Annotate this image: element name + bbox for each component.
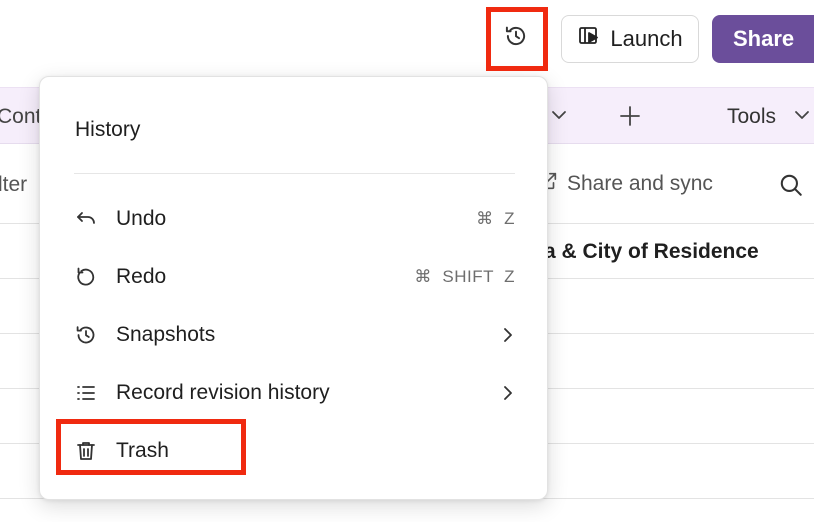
menu-item-snapshots[interactable]: Snapshots <box>74 315 515 355</box>
redo-icon <box>74 263 102 291</box>
search-icon[interactable] <box>778 172 804 203</box>
chevron-right-icon <box>495 325 515 345</box>
view-tab-label[interactable]: Cont <box>0 105 41 129</box>
chevron-down-icon[interactable] <box>550 108 568 127</box>
history-menu: History Undo ⌘ Z Redo ⌘ SHIFT Z Snapshot… <box>39 76 548 500</box>
launch-label: Launch <box>610 26 683 51</box>
plus-icon[interactable] <box>618 104 642 133</box>
menu-item-undo[interactable]: Undo ⌘ Z <box>74 199 515 239</box>
column-header[interactable]: a & City of Residence <box>544 240 759 264</box>
share-label: Share <box>733 26 795 51</box>
trash-icon <box>74 437 102 465</box>
top-bar: Launch Share <box>0 0 814 87</box>
snapshot-icon <box>74 321 102 349</box>
menu-item-label: Snapshots <box>116 323 216 346</box>
keyboard-shortcut: ⌘ Z <box>476 209 515 228</box>
menu-item-label: Record revision history <box>116 381 330 404</box>
menu-item-record-revision-history[interactable]: Record revision history <box>74 373 515 413</box>
menu-item-redo[interactable]: Redo ⌘ SHIFT Z <box>74 257 515 297</box>
share-and-sync-button[interactable]: Share and sync <box>537 170 713 198</box>
menu-item-label: Trash <box>116 439 169 462</box>
history-button[interactable] <box>488 9 544 68</box>
filter-button-label[interactable]: lter <box>0 173 27 197</box>
menu-item-label: Undo <box>116 207 167 230</box>
share-button[interactable]: Share <box>712 15 814 63</box>
history-icon <box>503 23 529 54</box>
list-icon <box>74 379 102 407</box>
launch-icon <box>577 24 601 54</box>
menu-item-trash[interactable]: Trash <box>74 431 515 471</box>
launch-button[interactable]: Launch <box>561 15 699 63</box>
tools-chevron-down-icon[interactable] <box>793 108 811 127</box>
menu-divider <box>74 173 515 174</box>
menu-title: History <box>75 118 141 141</box>
tools-menu-label[interactable]: Tools <box>727 105 776 129</box>
undo-icon <box>74 205 102 233</box>
menu-item-label: Redo <box>116 265 167 288</box>
keyboard-shortcut: ⌘ SHIFT Z <box>414 267 515 286</box>
chevron-right-icon <box>495 383 515 403</box>
share-and-sync-label: Share and sync <box>567 172 713 195</box>
